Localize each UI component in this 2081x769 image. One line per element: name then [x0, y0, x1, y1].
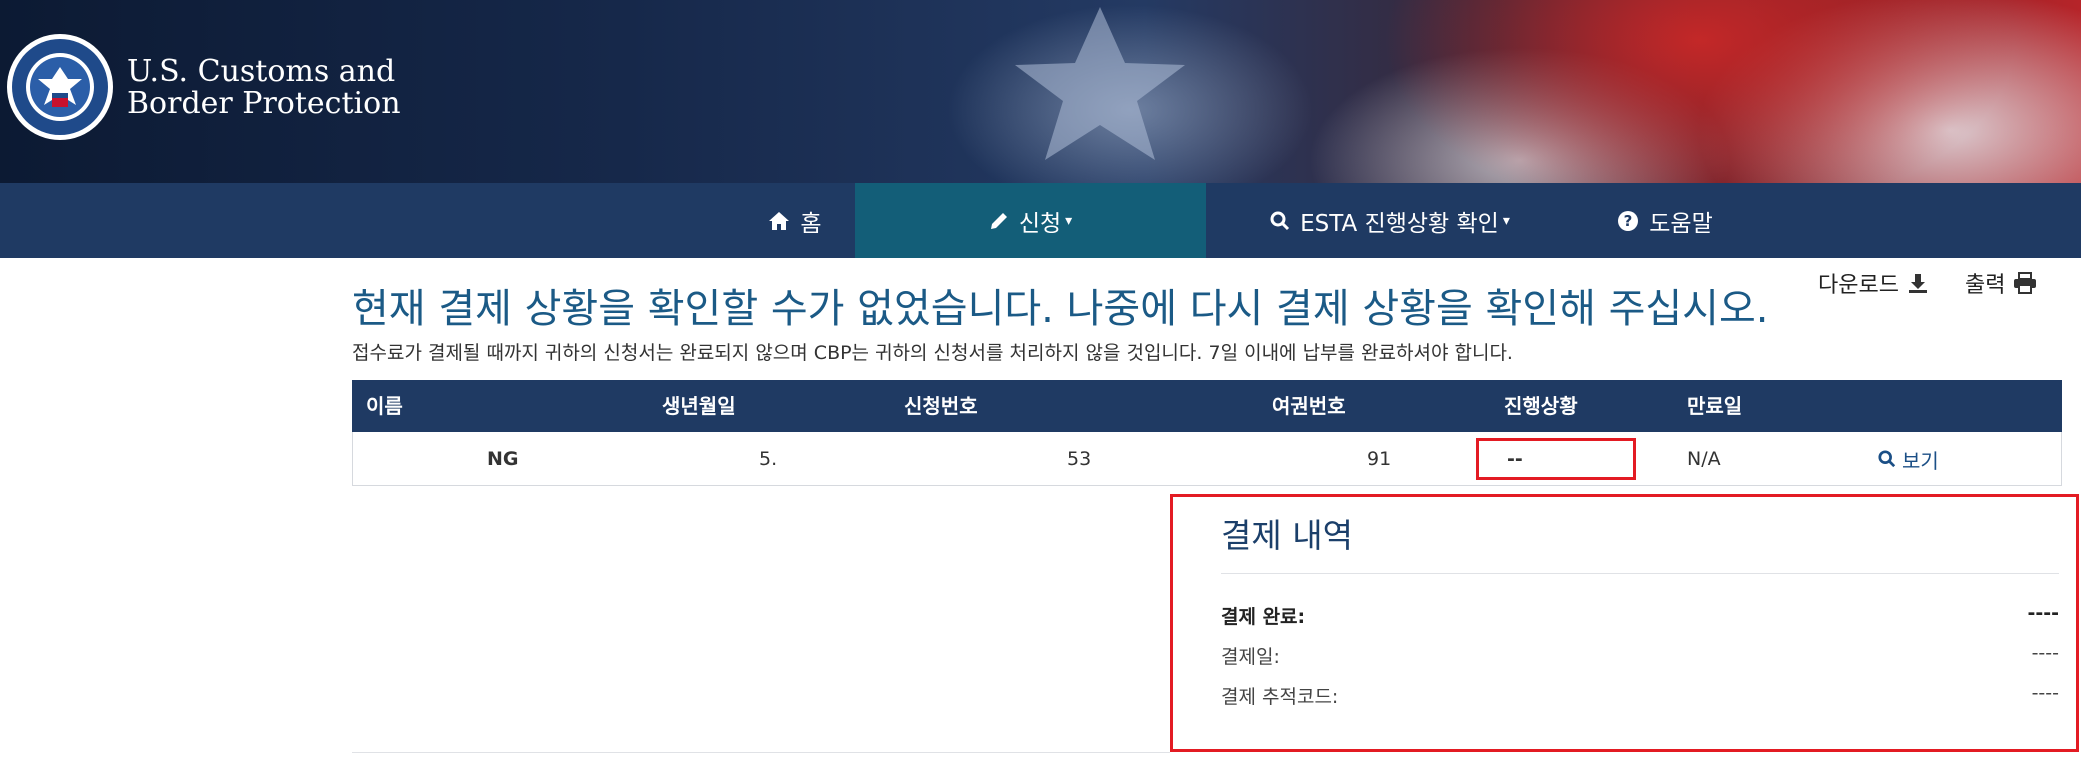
cell-application-number: 53: [1067, 448, 1092, 470]
payment-date-row: 결제일: ----: [1221, 642, 2059, 672]
header-application-number: 신청번호: [904, 394, 978, 418]
header-name: 이름: [366, 394, 403, 418]
divider: [1221, 573, 2059, 574]
status-highlight-box: [1476, 438, 1636, 480]
cell-status: --: [1507, 448, 1523, 470]
chevron-down-icon: ▾: [1065, 212, 1073, 229]
view-link-label: 보기: [1902, 448, 1939, 473]
payment-complete-row: 결제 완료: ----: [1221, 602, 2059, 632]
table-row: NG 5. 53 91 -- N/A 보기: [352, 432, 2062, 486]
divider: [352, 752, 1170, 753]
nav-home-label: 홈: [800, 210, 822, 237]
nav-help-label: 도움말: [1649, 210, 1713, 237]
agency-name[interactable]: U.S. Customs and Border Protection: [127, 56, 401, 120]
cell-expiry: N/A: [1687, 448, 1721, 470]
printer-icon: [2014, 272, 2037, 294]
nav-apply[interactable]: 신청 ▾: [855, 183, 1206, 258]
header-passport-number: 여권번호: [1272, 394, 1346, 418]
payment-details-panel: 결제 내역 결제 완료: ---- 결제일: ---- 결제 추적코드: ---…: [1170, 494, 2079, 752]
chevron-down-icon: ▾: [1502, 212, 1510, 229]
cell-dob: 5.: [759, 448, 778, 470]
cell-name: NG: [487, 448, 519, 470]
payment-tracking-value: ----: [2031, 682, 2059, 704]
main-nav: 홈 신청 ▾ ESTA 진행상황 확인 ▾ ? 도움말: [0, 183, 2081, 258]
nav-apply-label: 신청: [1018, 210, 1062, 237]
application-table: 이름 생년월일 신청번호 여권번호 진행상황 만료일 NG 5. 53 91 -…: [352, 380, 2062, 486]
payment-tracking-label: 결제 추적코드:: [1221, 686, 1339, 708]
print-button[interactable]: 출력: [1965, 268, 2037, 298]
payment-complete-value: ----: [2027, 602, 2059, 624]
svg-text:?: ?: [1624, 212, 1633, 230]
nav-esta-status[interactable]: ESTA 진행상황 확인 ▾: [1245, 183, 1535, 258]
search-icon: [1878, 450, 1896, 468]
header-status: 진행상황: [1504, 394, 1578, 418]
header-banner: U.S. Customs and Border Protection: [0, 0, 2081, 183]
table-header: 이름 생년월일 신청번호 여권번호 진행상황 만료일: [352, 380, 2062, 432]
download-label: 다운로드: [1818, 273, 1899, 298]
agency-name-line2: Border Protection: [127, 86, 401, 121]
flag-star-graphic: [1015, 7, 1185, 160]
pencil-icon: [990, 212, 1007, 229]
page-subtitle: 접수료가 결제될 때까지 귀하의 신청서는 완료되지 않으며 CBP는 귀하의 …: [352, 342, 1513, 364]
nav-home[interactable]: 홈: [735, 183, 855, 258]
download-button[interactable]: 다운로드: [1818, 268, 1929, 298]
payment-date-label: 결제일:: [1221, 646, 1280, 668]
view-link[interactable]: 보기: [1878, 432, 1939, 486]
header-dob: 생년월일: [662, 394, 736, 418]
page-title: 현재 결제 상황을 확인할 수가 없었습니다. 나중에 다시 결제 상황을 확인…: [352, 286, 1769, 332]
payment-date-value: ----: [2031, 642, 2059, 664]
help-icon: ?: [1618, 210, 1639, 231]
header-expiry: 만료일: [1687, 394, 1743, 418]
agency-name-line1: U.S. Customs and: [127, 54, 396, 89]
cell-passport-number: 91: [1367, 448, 1392, 470]
payment-details-title: 결제 내역: [1221, 516, 1353, 555]
download-icon: [1908, 274, 1927, 293]
payment-tracking-row: 결제 추적코드: ----: [1221, 682, 2059, 712]
nav-help[interactable]: ? 도움말: [1590, 183, 1740, 258]
print-label: 출력: [1965, 273, 2006, 298]
payment-complete-label: 결제 완료:: [1221, 606, 1306, 628]
nav-esta-status-label: ESTA 진행상황 확인: [1300, 210, 1499, 237]
dhs-seal-logo[interactable]: [6, 33, 114, 141]
home-icon: [769, 211, 790, 230]
search-icon: [1270, 211, 1290, 230]
